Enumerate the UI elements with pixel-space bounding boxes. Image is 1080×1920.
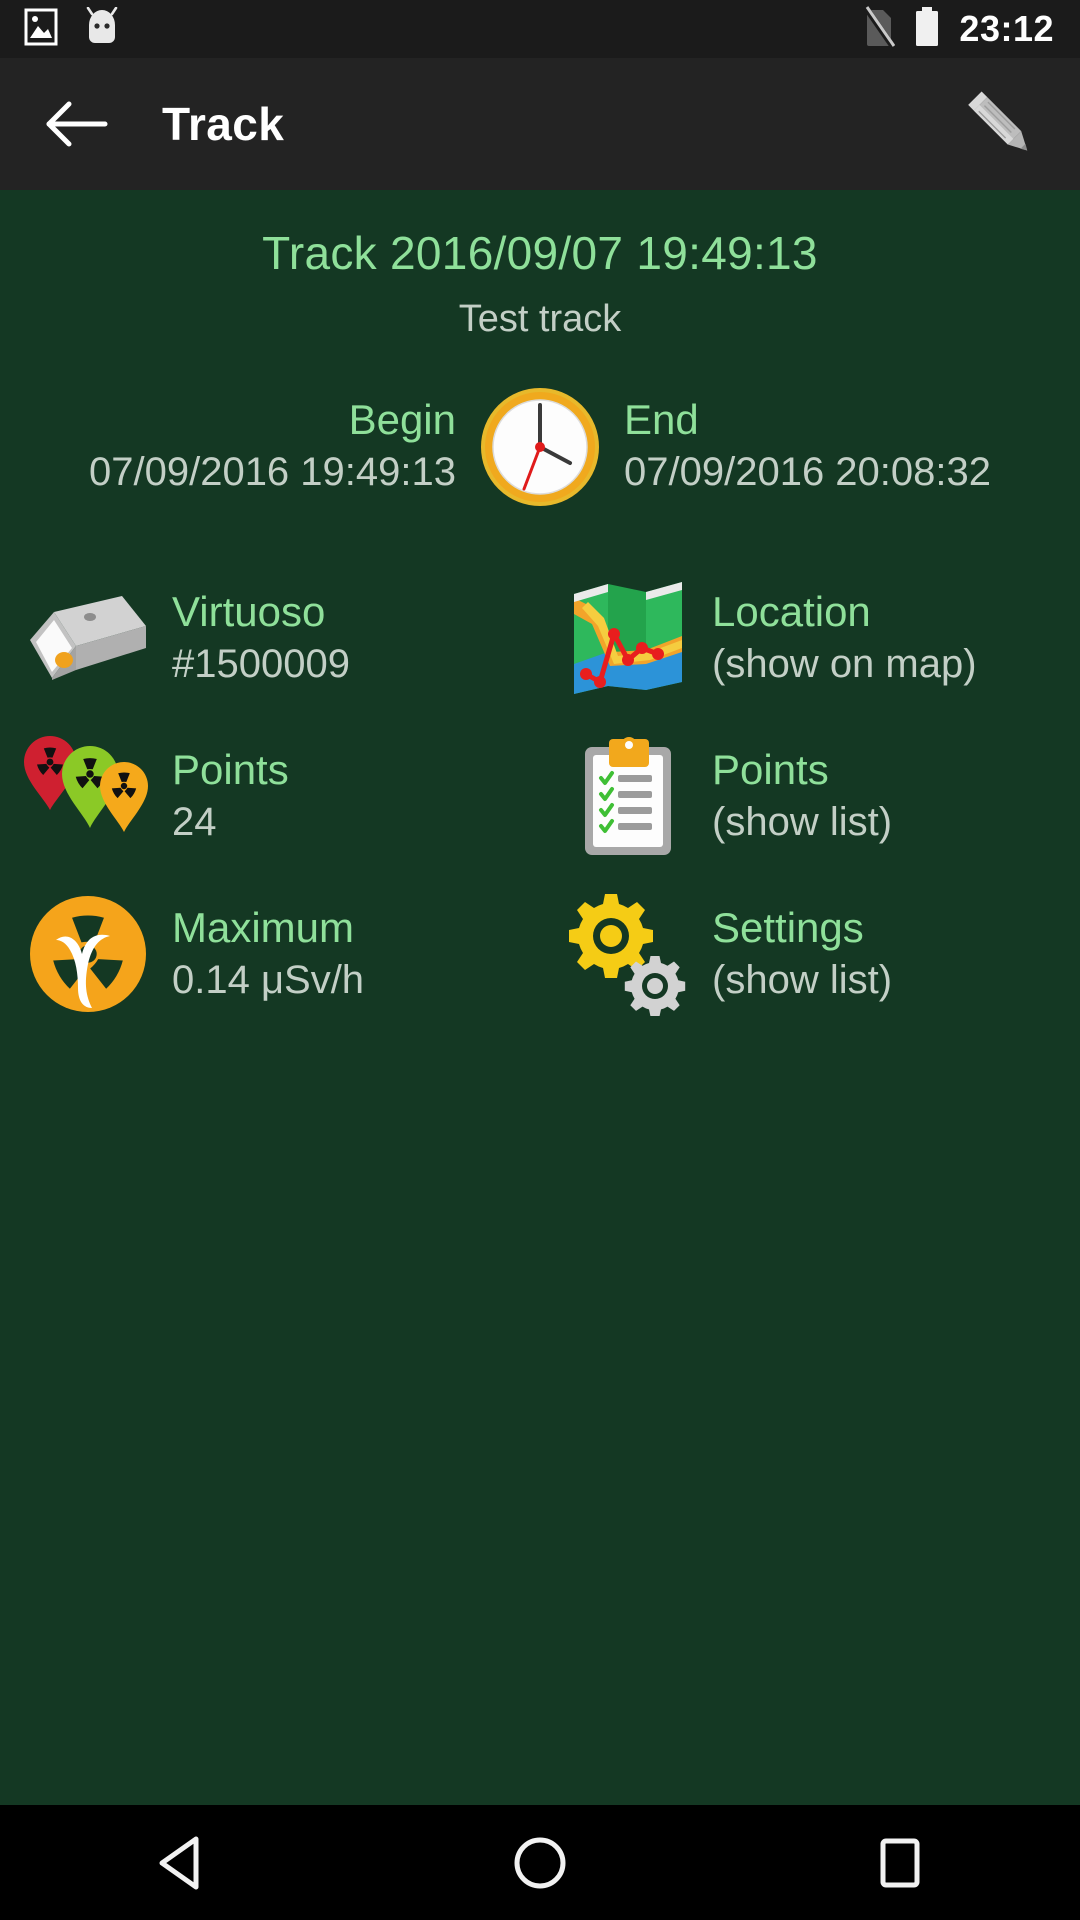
info-value: (show on map) <box>712 641 977 686</box>
navigation-bar <box>0 1805 1080 1920</box>
info-row: Virtuoso #1500009 Location (show on map) <box>0 559 1080 717</box>
gears-icon <box>558 894 698 1016</box>
info-label: Maximum <box>172 904 355 952</box>
location-text: Location (show on map) <box>698 588 977 687</box>
status-bar-notifications <box>0 6 120 52</box>
info-label: Settings <box>712 904 864 952</box>
info-label: Points <box>172 746 289 794</box>
track-subtitle: Test track <box>458 298 622 340</box>
maximum-text: Maximum 0.14 μSv/h <box>158 904 364 1003</box>
info-row: Points 24 Points (show list) <box>0 717 1080 875</box>
page-title: Track <box>162 98 285 150</box>
device-text: Virtuoso #1500009 <box>158 588 350 687</box>
map-icon <box>558 578 698 698</box>
info-value: 0.14 μSv/h <box>172 957 365 1002</box>
nav-recents-square-icon[interactable] <box>830 1813 970 1913</box>
track-title: Track 2016/09/07 19:49:13 <box>262 227 818 279</box>
battery-full-icon <box>913 6 941 53</box>
status-bar: 23:12 <box>0 0 1080 58</box>
track-time-range: Begin 07/09/2016 19:49:13 End 07/09/2016… <box>0 385 1080 509</box>
info-cell-points-list[interactable]: Points (show list) <box>540 717 1080 875</box>
info-cell-points-count[interactable]: Points 24 <box>0 717 540 875</box>
begin-label: Begin <box>348 396 456 444</box>
android-head-icon <box>84 6 120 52</box>
info-value: 24 <box>172 799 217 844</box>
status-bar-system-icons: 23:12 <box>863 5 1080 53</box>
info-label: Virtuoso <box>172 588 326 636</box>
nav-home-circle-icon[interactable] <box>470 1813 610 1913</box>
points-list-text: Points (show list) <box>698 746 892 845</box>
app-bar: Track <box>0 58 1080 190</box>
radiation-pins-icon <box>18 736 158 856</box>
info-cell-device[interactable]: Virtuoso #1500009 <box>0 559 540 717</box>
phone-screen: 23:12 Track Track 2016/09/07 19:49:13 Te… <box>0 0 1080 1920</box>
info-value: #1500009 <box>172 641 350 686</box>
end-value: 07/09/2016 20:08:32 <box>624 449 992 494</box>
pencil-edit-icon[interactable] <box>950 74 1050 174</box>
points-count-text: Points 24 <box>158 746 289 845</box>
info-cell-location[interactable]: Location (show on map) <box>540 559 1080 717</box>
nav-back-triangle-icon[interactable] <box>110 1813 250 1913</box>
info-cell-settings[interactable]: Settings (show list) <box>540 875 1080 1033</box>
info-label: Location <box>712 588 871 636</box>
clipboard-icon <box>558 736 698 856</box>
status-bar-clock: 23:12 <box>959 8 1054 49</box>
info-value: (show list) <box>712 957 893 1002</box>
image-icon <box>24 8 58 51</box>
end-label: End <box>624 396 699 444</box>
clock-icon <box>478 385 602 509</box>
begin-value: 07/09/2016 19:49:13 <box>88 449 456 494</box>
info-label: Points <box>712 746 829 794</box>
begin-block: Begin 07/09/2016 19:49:13 <box>28 397 478 496</box>
info-value: (show list) <box>712 799 893 844</box>
track-details-content: Track 2016/09/07 19:49:13 Test track Beg… <box>0 190 1080 1805</box>
back-arrow-icon[interactable] <box>28 76 124 172</box>
settings-text: Settings (show list) <box>698 904 892 1003</box>
gamma-radiation-icon <box>18 894 158 1014</box>
info-cell-maximum[interactable]: Maximum 0.14 μSv/h <box>0 875 540 1033</box>
no-sim-icon <box>863 5 896 53</box>
device-icon <box>18 578 158 698</box>
track-info-grid: Virtuoso #1500009 Location (show on map)… <box>0 559 1080 1033</box>
end-block: End 07/09/2016 20:08:32 <box>602 397 1052 496</box>
info-row: Maximum 0.14 μSv/h Settings (show list) <box>0 875 1080 1033</box>
